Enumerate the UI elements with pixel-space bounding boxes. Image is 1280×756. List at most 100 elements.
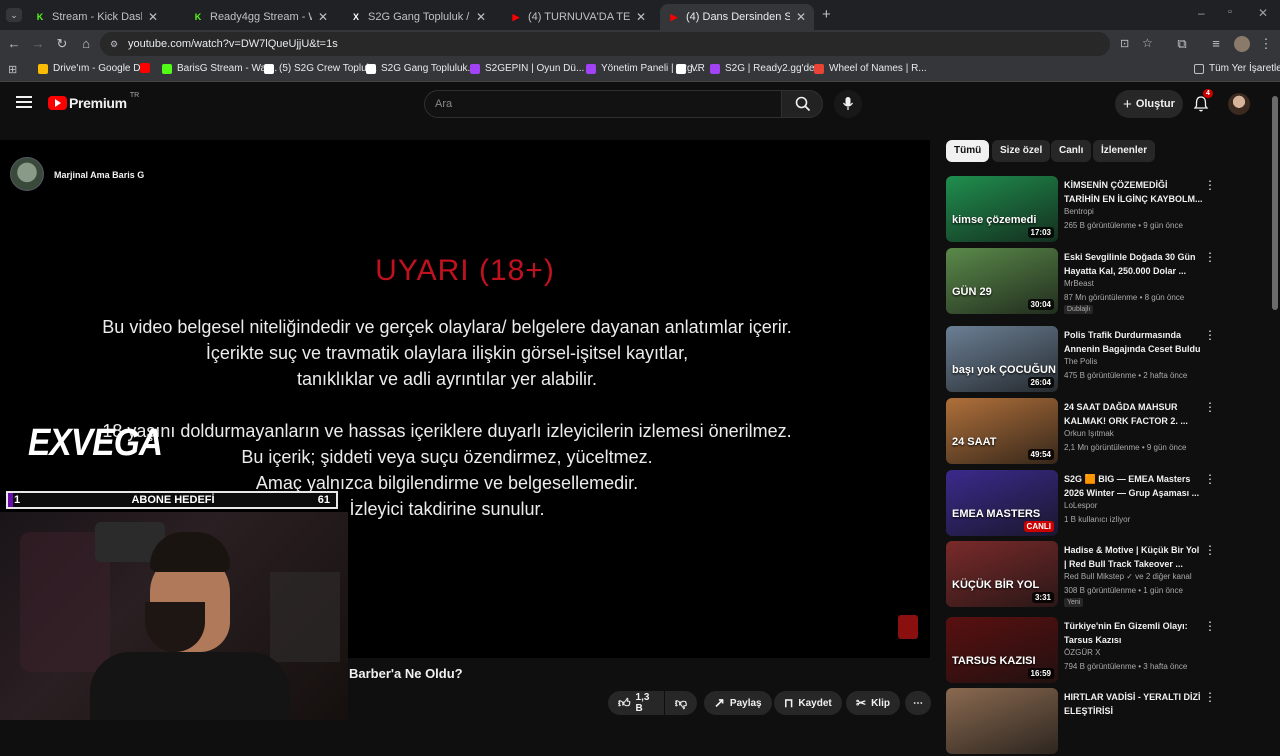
- bookmark-item[interactable]: S2GEPIN | Oyun Dü...: [470, 63, 584, 74]
- bookmark-item[interactable]: Drive'ım - Google D...: [38, 63, 149, 74]
- video-thumbnail[interactable]: [946, 688, 1058, 754]
- more-options-icon[interactable]: ⋮: [1204, 690, 1216, 704]
- more-options-icon[interactable]: ⋮: [1204, 400, 1216, 414]
- maximize-button[interactable]: ▫: [1228, 6, 1232, 18]
- recommendation-item[interactable]: HIRTLAR VADİSİ - YERALTI DİZİ ELEŞTİRİSİ…: [946, 688, 1220, 756]
- recommendation-channel[interactable]: LoLespor: [1064, 501, 1097, 510]
- recommendation-channel[interactable]: The Polis: [1064, 357, 1097, 366]
- minimize-button[interactable]: –: [1198, 6, 1205, 20]
- recommendation-title[interactable]: KİMSENİN ÇÖZEMEDİĞİ TARİHİN EN İLGİNÇ KA…: [1064, 178, 1204, 206]
- recommendation-channel[interactable]: Orkun Işıtmak: [1064, 429, 1114, 438]
- bookmark-item[interactable]: VR: [676, 63, 705, 74]
- browser-tab[interactable]: X S2G Gang Topluluk / X ✕: [342, 4, 494, 30]
- home-icon[interactable]: ⌂: [78, 36, 94, 52]
- page-scrollbar[interactable]: [1272, 96, 1278, 310]
- bookmark-item[interactable]: [140, 63, 155, 73]
- create-button[interactable]: + Oluştur: [1115, 90, 1183, 118]
- all-bookmarks[interactable]: Tüm Yer İşaretleri: [1194, 63, 1280, 74]
- youtube-logo[interactable]: Premium TR: [48, 92, 139, 111]
- extensions-icon[interactable]: ⧉: [1174, 36, 1190, 52]
- recommendation-item[interactable]: kimse çözemedi 17:03 KİMSENİN ÇÖZEMEDİĞİ …: [946, 176, 1220, 244]
- chip-for-you[interactable]: Size özel: [992, 140, 1051, 162]
- recommendation-title[interactable]: Eski Sevgilinle Doğada 30 Gün Hayatta Ka…: [1064, 250, 1204, 278]
- bookmark-star-icon[interactable]: ☆: [1142, 36, 1153, 50]
- video-thumbnail[interactable]: başı yok ÇOCUĞUN 26:04: [946, 326, 1058, 392]
- new-tab-button[interactable]: +: [822, 6, 831, 23]
- video-thumbnail[interactable]: EMEA MASTERS CANLI: [946, 470, 1058, 536]
- recommendation-title[interactable]: Polis Trafik Durdurmasında Annenin Bagaj…: [1064, 328, 1204, 356]
- install-app-icon[interactable]: ⊡: [1120, 37, 1129, 50]
- recommendation-item[interactable]: 24 SAAT 49:54 24 SAAT DAĞDA MAHSUR KALMAK…: [946, 398, 1220, 466]
- tab-close-icon[interactable]: ✕: [796, 10, 806, 24]
- recommendation-item[interactable]: EMEA MASTERS CANLI S2G 🟧 BIG — EMEA Maste…: [946, 470, 1220, 538]
- video-thumbnail[interactable]: 24 SAAT 49:54: [946, 398, 1058, 464]
- recommendation-item[interactable]: GÜN 29 30:04 Eski Sevgilinle Doğada 30 Gü…: [946, 248, 1220, 316]
- apps-icon[interactable]: ⊞: [8, 63, 17, 76]
- omnibox[interactable]: ⚙ youtube.com/watch?v=DW7lQueUjjU&t=1s ⊡…: [100, 32, 1153, 56]
- more-options-icon[interactable]: ⋮: [1204, 543, 1216, 557]
- recommendation-title[interactable]: Türkiye'nin En Gizemli Olayı: Tarsus Kaz…: [1064, 619, 1204, 647]
- browser-menu-icon[interactable]: ⋮: [1258, 36, 1274, 52]
- reading-list-icon[interactable]: ≡: [1208, 36, 1224, 52]
- recommendation-channel[interactable]: ÖZGÜR X: [1064, 648, 1100, 657]
- recommendation-item[interactable]: başı yok ÇOCUĞUN 26:04 Polis Trafik Durdu…: [946, 326, 1220, 394]
- tab-close-icon[interactable]: ✕: [318, 10, 328, 24]
- chip-watched[interactable]: İzlenenler: [1093, 140, 1156, 162]
- search-button[interactable]: [781, 90, 823, 118]
- share-button[interactable]: ↗ Paylaş: [704, 691, 772, 715]
- browser-tab[interactable]: ▶ (4) Dans Dersinden Sonra Orta... ✕: [660, 4, 814, 30]
- bookmark-item[interactable]: Wheel of Names | R...: [814, 63, 927, 74]
- recommendation-channel[interactable]: Red Bull Mikstep ✓ ve 2 diğer kanal: [1064, 572, 1192, 581]
- save-button[interactable]: ⊓ Kaydet: [774, 691, 842, 715]
- browser-tab[interactable]: ▶ (4) TURNUVA'DA TEK BAŞIMA... ✕: [502, 4, 654, 30]
- recommendation-title[interactable]: HIRTLAR VADİSİ - YERALTI DİZİ ELEŞTİRİSİ: [1064, 690, 1204, 718]
- more-actions-button[interactable]: ⋯: [905, 691, 931, 715]
- bookmark-favicon-icon: [586, 63, 596, 74]
- dislike-button[interactable]: 👎︎: [665, 691, 697, 715]
- tab-search-icon[interactable]: ⌄: [6, 8, 22, 22]
- voice-search-button[interactable]: [834, 90, 862, 118]
- reload-icon[interactable]: ↻: [54, 36, 70, 52]
- channel-avatar[interactable]: [10, 157, 44, 191]
- more-options-icon[interactable]: ⋮: [1204, 328, 1216, 342]
- hamburger-menu-icon[interactable]: [16, 94, 32, 108]
- more-options-icon[interactable]: ⋮: [1204, 250, 1216, 264]
- more-options-icon[interactable]: ⋮: [1204, 178, 1216, 192]
- bookmark-item[interactable]: BarisG Stream - Wat...: [162, 63, 277, 74]
- recommendation-title[interactable]: 24 SAAT DAĞDA MAHSUR KALMAK! ORK FACTOR …: [1064, 400, 1204, 428]
- tab-close-icon[interactable]: ✕: [148, 10, 158, 24]
- url-text[interactable]: youtube.com/watch?v=DW7lQueUjjU&t=1s: [128, 38, 338, 50]
- recommendation-channel[interactable]: MrBeast: [1064, 279, 1094, 288]
- clip-button[interactable]: ✂ Klip: [846, 691, 900, 715]
- chip-live[interactable]: Canlı: [1051, 140, 1092, 162]
- more-options-icon[interactable]: ⋮: [1204, 472, 1216, 486]
- browser-tab[interactable]: K Stream - Kick Dashboard ✕: [26, 4, 166, 30]
- recommendation-item[interactable]: TARSUS KAZISI 16:59 Türkiye'nin En Gizeml…: [946, 617, 1220, 685]
- profile-avatar[interactable]: [1234, 36, 1250, 52]
- video-thumbnail[interactable]: TARSUS KAZISI 16:59: [946, 617, 1058, 683]
- account-avatar[interactable]: [1228, 93, 1250, 115]
- site-info-icon[interactable]: ⚙: [110, 38, 122, 50]
- recommendation-title[interactable]: Hadise & Motive | Küçük Bir Yol | Red Bu…: [1064, 543, 1204, 571]
- channel-name[interactable]: Marjinal Ama Baris G: [54, 170, 144, 180]
- recommendation-title[interactable]: S2G 🟧 BIG — EMEA Masters 2026 Winter — G…: [1064, 472, 1204, 500]
- back-icon[interactable]: ←: [6, 36, 22, 52]
- recommendation-channel[interactable]: Bentropi: [1064, 207, 1094, 216]
- recommendation-item[interactable]: KÜÇÜK BİR YOL 3:31 Hadise & Motive | Küçü…: [946, 541, 1220, 609]
- more-options-icon[interactable]: ⋮: [1204, 619, 1216, 633]
- video-thumbnail[interactable]: GÜN 29 30:04: [946, 248, 1058, 314]
- forward-icon[interactable]: →: [30, 36, 46, 52]
- notifications-button[interactable]: 4: [1192, 89, 1213, 113]
- bookmark-item[interactable]: S2G | Ready2.gg'de...: [710, 63, 823, 74]
- search-input[interactable]: Ara: [424, 90, 782, 118]
- video-thumbnail[interactable]: KÜÇÜK BİR YOL 3:31: [946, 541, 1058, 607]
- tab-close-icon[interactable]: ✕: [636, 10, 646, 24]
- bookmark-item[interactable]: (5) S2G Crew Toplul...: [264, 63, 377, 74]
- close-window-button[interactable]: ✕: [1258, 6, 1268, 20]
- chip-all[interactable]: Tümü: [946, 140, 990, 162]
- video-thumbnail[interactable]: kimse çözemedi 17:03: [946, 176, 1058, 242]
- like-button[interactable]: 👍︎ 1,3 B: [608, 691, 664, 715]
- browser-tab[interactable]: K Ready4gg Stream - Watch Live ✕: [184, 4, 336, 30]
- tab-close-icon[interactable]: ✕: [476, 10, 486, 24]
- bookmark-item[interactable]: S2G Gang Topluluk...: [366, 63, 476, 74]
